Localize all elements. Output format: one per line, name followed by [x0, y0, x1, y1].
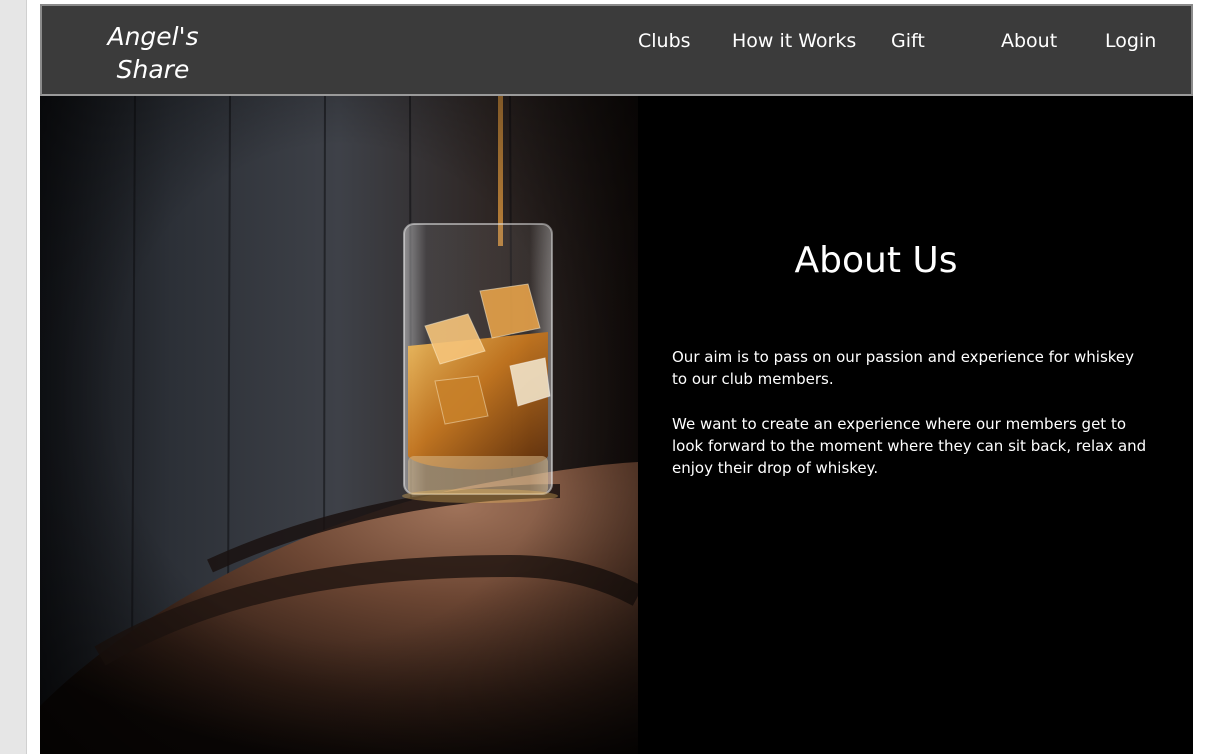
nav-gift[interactable]: Gift	[891, 28, 925, 54]
left-gutter	[0, 0, 27, 754]
brand-line-1: Angel's	[107, 22, 199, 51]
page-frame: Angel's Share Clubs How it Works Gift Ab…	[40, 4, 1193, 754]
about-paragraph-2: We want to create an experience where ou…	[672, 415, 1147, 477]
nav-clubs[interactable]: Clubs	[638, 28, 691, 54]
navbar: Angel's Share Clubs How it Works Gift Ab…	[40, 4, 1193, 96]
brand-line-2: Share	[116, 55, 190, 84]
nav-how-it-works[interactable]: How it Works	[732, 28, 856, 54]
hero-section: About Us Our aim is to pass on our passi…	[40, 96, 1193, 754]
brand-logo[interactable]: Angel's Share	[98, 20, 208, 86]
nav-login[interactable]: Login	[1105, 28, 1156, 54]
nav-about[interactable]: About	[1001, 28, 1057, 54]
about-title: About Us	[794, 240, 958, 281]
about-panel: About Us Our aim is to pass on our passi…	[638, 96, 1193, 754]
hero-image-whiskey-glass-on-barrel	[40, 96, 638, 754]
about-paragraph-1: Our aim is to pass on our passion and ex…	[672, 348, 1135, 388]
